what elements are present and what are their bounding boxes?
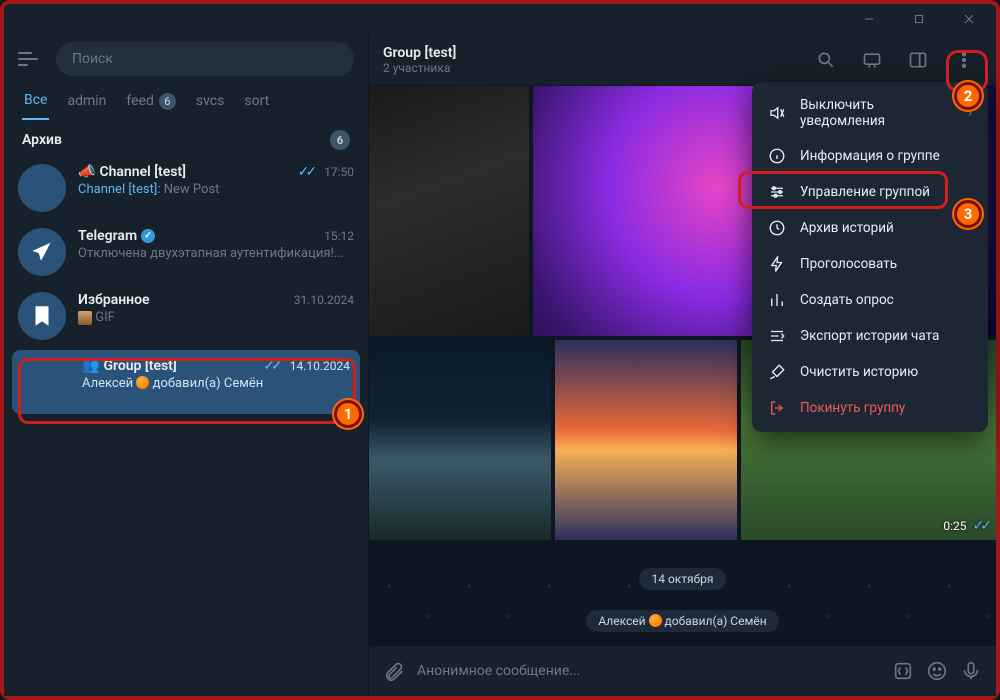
orange-emoji-icon — [649, 614, 662, 627]
chat-item-saved[interactable]: Избранное 31.10.2024 GIF — [4, 284, 368, 348]
bolt-icon — [768, 255, 786, 273]
emoji-button[interactable] — [926, 660, 948, 682]
chat-header[interactable]: Group [test] 2 участника — [369, 34, 996, 86]
media-tile[interactable] — [555, 340, 737, 540]
sidebar: Поиск Все admin feed6 svcs sort Архив 6 — [4, 34, 369, 696]
window-minimize-button[interactable] — [846, 5, 892, 33]
menu-info[interactable]: Информация о группе — [752, 138, 988, 174]
annotation-marker-1: 1 — [334, 400, 362, 428]
chat-item-telegram[interactable]: Telegram 15:12 Отключена двухэтапная аут… — [4, 220, 368, 284]
read-checks-icon: ✓✓ — [298, 164, 313, 180]
chat-item-channel[interactable]: 📣Channel [test] ✓✓ 17:50 Channel [test]:… — [4, 156, 368, 220]
verified-icon — [141, 229, 155, 243]
chat-area: Group [test] 2 участника — [369, 34, 996, 696]
folder-tab-admin[interactable]: admin — [65, 86, 108, 120]
poll-icon — [768, 291, 786, 309]
menu-manage-group[interactable]: Управление группой — [752, 174, 988, 210]
broom-icon — [768, 363, 786, 381]
leave-icon — [768, 399, 786, 417]
archive-header[interactable]: Архив 6 — [4, 120, 368, 156]
avatar — [18, 164, 66, 212]
search-in-chat-button[interactable] — [808, 42, 844, 78]
window-maximize-button[interactable] — [896, 5, 942, 33]
group-icon: 👥 — [82, 358, 99, 374]
annotation-marker-2: 2 — [954, 82, 982, 110]
folder-tab-all[interactable]: Все — [22, 86, 49, 120]
folder-tabs: Все admin feed6 svcs sort — [4, 82, 368, 120]
search-placeholder: Поиск — [72, 51, 113, 67]
read-checks-icon: ✓✓ — [263, 358, 278, 374]
avatar — [18, 228, 66, 276]
window-titlebar — [4, 4, 996, 34]
media-tile[interactable] — [369, 86, 529, 336]
annotation-marker-3: 3 — [954, 200, 982, 228]
compose-bar — [369, 646, 996, 696]
mute-icon — [768, 104, 786, 122]
folder-tab-sort[interactable]: sort — [242, 86, 271, 120]
main-menu-button[interactable] — [18, 45, 46, 73]
menu-story-archive[interactable]: Архив историй — [752, 210, 988, 246]
chat-title: Group [test] — [383, 45, 456, 61]
comments-button[interactable] — [854, 42, 890, 78]
attach-button[interactable] — [383, 660, 405, 682]
orange-emoji-icon — [136, 376, 149, 389]
menu-leave-group[interactable]: Покинуть группу — [752, 390, 988, 426]
avatar — [18, 292, 66, 340]
menu-mute[interactable]: Выключить уведомления› — [752, 88, 988, 138]
menu-boost[interactable]: Проголосовать — [752, 246, 988, 282]
video-duration: 0:25 — [943, 519, 966, 533]
megaphone-icon: 📣 — [78, 164, 95, 180]
menu-create-poll[interactable]: Создать опрос — [752, 282, 988, 318]
menu-clear-history[interactable]: Очистить историю — [752, 354, 988, 390]
export-icon — [768, 327, 786, 345]
chat-list: 📣Channel [test] ✓✓ 17:50 Channel [test]:… — [4, 156, 368, 416]
commands-button[interactable] — [892, 660, 914, 682]
system-message: Алексей добавил(а) Семён — [586, 610, 778, 632]
chat-context-menu: Выключить уведомления› Информация о груп… — [752, 82, 988, 432]
chat-item-group-selected[interactable]: 👥 Group [test] ✓✓ 14.10.2024 Алексей доб… — [12, 350, 360, 414]
sliders-icon — [768, 183, 786, 201]
menu-export[interactable]: Экспорт истории чата — [752, 318, 988, 354]
search-input[interactable]: Поиск — [56, 42, 354, 76]
folder-tab-feed[interactable]: feed6 — [124, 86, 177, 120]
archive-badge: 6 — [330, 130, 350, 150]
avatar — [22, 358, 70, 406]
message-input[interactable] — [417, 663, 880, 679]
more-menu-button[interactable] — [946, 42, 982, 78]
read-checks-icon: ✓✓ — [973, 518, 988, 534]
media-tile[interactable] — [369, 340, 551, 540]
folder-tab-svcs[interactable]: svcs — [194, 86, 226, 120]
window-close-button[interactable] — [946, 5, 992, 33]
info-icon — [768, 147, 786, 165]
voice-button[interactable] — [960, 660, 982, 682]
chat-subtitle: 2 участника — [383, 61, 456, 75]
sidebar-toggle-button[interactable] — [900, 42, 936, 78]
date-separator: 14 октября — [639, 568, 725, 590]
archive-icon — [768, 219, 786, 237]
gif-thumb-icon — [78, 311, 92, 325]
